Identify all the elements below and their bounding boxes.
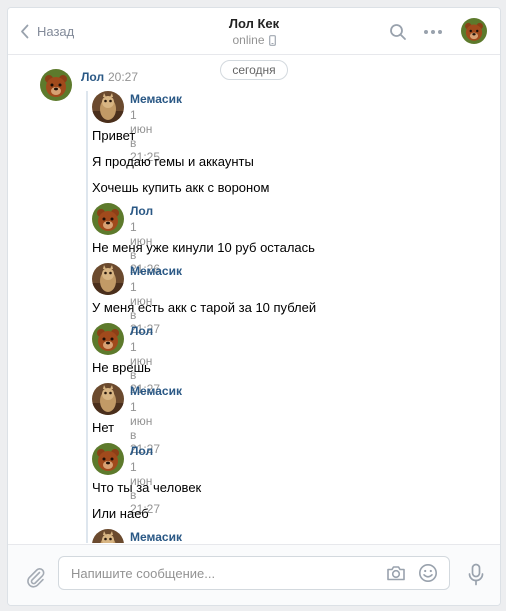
forwarded-author[interactable]: Лол	[130, 204, 153, 218]
forwarded-author[interactable]: Мемасик	[130, 92, 182, 106]
forwarded-text: Привет	[92, 128, 136, 143]
forwarded-text: У меня есть акк с тарой за 10 публей	[92, 300, 317, 315]
chat-title: Лол Кек	[228, 16, 280, 31]
forwarded-avatar[interactable]	[92, 529, 124, 543]
forwarded-author[interactable]: Мемасик	[130, 384, 182, 398]
bear-avatar-icon	[92, 443, 124, 475]
message-input[interactable]	[71, 563, 371, 583]
forwarded-text: Не врешь	[92, 360, 151, 375]
forwarded-text: Что ты за человек	[92, 480, 202, 495]
forwarded-text: Хочешь купить акк с вороном	[92, 180, 270, 195]
forwarded-avatar[interactable]	[92, 383, 124, 415]
forwarded-avatar[interactable]	[92, 203, 124, 235]
mobile-icon	[268, 35, 276, 46]
forwarded-author[interactable]: Мемасик	[130, 264, 182, 278]
chat-title-block[interactable]: Лол Кек online	[168, 16, 340, 48]
forwarded-avatar[interactable]	[92, 323, 124, 355]
forwarded-avatar[interactable]	[92, 443, 124, 475]
bear-avatar-icon	[461, 18, 487, 44]
forwarded-text: Не меня уже кинули 10 руб осталась	[92, 240, 315, 255]
cat-avatar-icon	[92, 529, 124, 543]
forwarded-avatar[interactable]	[92, 91, 124, 123]
forwarded-text: Я продаю гемы и аккаунты	[92, 154, 254, 169]
date-divider: сегодня	[220, 60, 288, 80]
message-input-box[interactable]	[58, 556, 450, 590]
chat-avatar[interactable]	[461, 18, 487, 44]
forwarded-author[interactable]: Мемасик	[130, 530, 182, 543]
back-label: Назад	[37, 23, 75, 39]
forwarded-avatar[interactable]	[92, 263, 124, 295]
online-status: online	[168, 33, 340, 48]
more-icon[interactable]	[423, 23, 443, 41]
cat-avatar-icon	[92, 263, 124, 295]
forwarded-author[interactable]: Лол	[130, 444, 153, 458]
cat-avatar-icon	[92, 383, 124, 415]
chevron-left-icon	[21, 24, 29, 38]
message-author[interactable]: Лол	[81, 70, 104, 84]
message-time[interactable]: 20:27	[108, 70, 138, 84]
forwarded-author[interactable]: Лол	[130, 324, 153, 338]
message-composer	[8, 544, 500, 605]
bear-avatar-icon	[92, 323, 124, 355]
message-history[interactable]: Лол 20:27 Мемасик 1 июн в 21:25 Привет Я пр…	[8, 55, 500, 543]
smile-icon[interactable]	[418, 563, 438, 583]
cat-avatar-icon	[92, 91, 124, 123]
back-button[interactable]: Назад	[20, 22, 74, 40]
message-avatar[interactable]	[40, 69, 72, 101]
forwarded-text: Или наеб	[92, 506, 149, 521]
online-status-text: online	[232, 33, 265, 47]
bear-avatar-icon	[92, 203, 124, 235]
forwarded-text: Нет	[92, 420, 115, 435]
forwarded-messages: Мемасик 1 июн в 21:25 Привет Я продаю гемы …	[86, 91, 488, 543]
paperclip-icon[interactable]	[24, 566, 46, 588]
chat-header: Назад Лол Кек online	[8, 8, 500, 55]
microphone-icon[interactable]	[466, 563, 486, 587]
camera-icon[interactable]	[386, 564, 406, 582]
bear-avatar-icon	[40, 69, 72, 101]
chat-window: Назад Лол Кек online Лол 20:27 Мемасик 1 …	[7, 7, 501, 606]
search-icon[interactable]	[389, 23, 407, 41]
